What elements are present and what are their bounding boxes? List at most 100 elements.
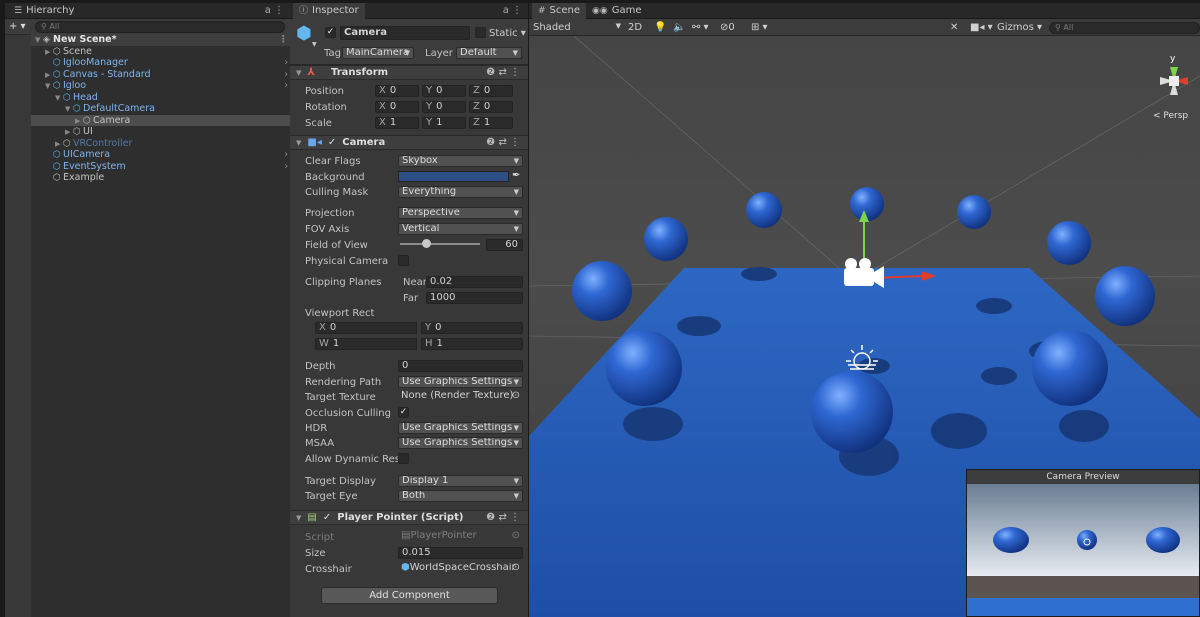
physical-camera-checkbox[interactable] — [398, 255, 409, 266]
sphere-object[interactable] — [1032, 330, 1108, 406]
near-clip-field[interactable]: 0.02 — [426, 276, 523, 288]
sphere-object[interactable] — [1095, 266, 1155, 326]
msaa-dropdown[interactable]: Use Graphics Settings ▼ — [398, 437, 523, 449]
inspector-menu-icon[interactable]: a ⋮ — [503, 3, 522, 19]
panel-menu-icon[interactable]: a ⋮ — [265, 3, 284, 19]
fov-value-field[interactable]: 60 — [486, 239, 523, 251]
lighting-toggle-icon[interactable]: 💡 — [654, 22, 666, 33]
hierarchy-item[interactable]: ▶ ⬡ VRController — [31, 138, 290, 150]
tab-scene[interactable]: # Scene — [532, 3, 587, 19]
hierarchy-item[interactable]: ▼ ⬡ DefaultCamera — [31, 103, 290, 115]
grid-toggle-icon[interactable]: ⊞ ▾ — [751, 22, 768, 33]
transform-header[interactable]: ▼ ⅄ Transform ❷ ⇄ ⋮ — [290, 65, 528, 80]
hierarchy-item[interactable]: ▼ ◈ New Scene* ⋮ — [31, 34, 290, 46]
sphere-object[interactable] — [572, 261, 632, 321]
open-prefab-chevron-icon[interactable]: › — [284, 69, 288, 81]
scene-viewport[interactable]: y < Persp Camera Preview — [529, 35, 1200, 617]
toggle-2d-button[interactable]: 2D — [628, 22, 642, 33]
viewport-w-field[interactable]: W1 — [315, 338, 417, 350]
player-pointer-header[interactable]: ▼ ▤ ✓ Player Pointer (Script) ❷ ⇄ ⋮ — [290, 510, 528, 525]
hdr-dropdown[interactable]: Use Graphics Settings ▼ — [398, 422, 523, 434]
add-object-button[interactable]: + ▾ — [9, 21, 29, 32]
projection-dropdown[interactable]: Perspective ▼ — [398, 207, 523, 219]
hierarchy-item[interactable]: ▼ ⬡ Igloo › — [31, 80, 290, 92]
size-field[interactable]: 0.015 — [398, 547, 523, 559]
open-prefab-chevron-icon[interactable]: › — [284, 57, 288, 69]
hierarchy-item[interactable]: ⬡ UICamera › — [31, 149, 290, 161]
sphere-object[interactable] — [644, 217, 688, 261]
orientation-gizmo[interactable]: y — [1160, 54, 1188, 95]
tag-dropdown[interactable]: MainCamera ▼ — [342, 47, 414, 59]
transform-position-z-field[interactable]: Z0 — [469, 85, 513, 97]
sphere-object[interactable] — [850, 187, 884, 221]
object-name-field[interactable]: Camera — [340, 26, 470, 40]
tab-inspector[interactable]: ⓘ Inspector — [293, 2, 365, 19]
sphere-object[interactable] — [746, 192, 782, 228]
scene-search-input[interactable]: ⚲ All — [1049, 22, 1200, 34]
hierarchy-item[interactable]: ⬡ EventSystem › — [31, 161, 290, 173]
static-checkbox[interactable] — [475, 27, 486, 38]
transform-rotation-z-field[interactable]: Z0 — [469, 101, 513, 113]
audio-toggle-icon[interactable]: 🔈 — [673, 22, 685, 33]
fov-slider-handle[interactable] — [422, 239, 432, 248]
tab-game[interactable]: ◉◉ Game — [586, 3, 648, 19]
sphere-object[interactable] — [957, 195, 991, 229]
transform-rotation-y-field[interactable]: Y0 — [422, 101, 466, 113]
transform-position-y-field[interactable]: Y0 — [422, 85, 466, 97]
add-component-button[interactable]: Add Component — [321, 587, 498, 604]
transform-scale-x-field[interactable]: X1 — [375, 117, 419, 129]
fov-axis-dropdown[interactable]: Vertical ▼ — [398, 223, 523, 235]
open-prefab-chevron-icon[interactable]: › — [284, 161, 288, 173]
sphere-object[interactable] — [606, 330, 682, 406]
hierarchy-search-input[interactable]: ⚲ All — [35, 20, 285, 33]
effects-toggle-icon[interactable]: ⚯ ▾ — [692, 22, 709, 33]
transform-position-x-field[interactable]: X0 — [375, 85, 419, 97]
tools-icon[interactable]: ✕ — [950, 22, 958, 33]
target-texture-field[interactable]: None (Render Texture) ⊙ — [398, 391, 523, 403]
hierarchy-item[interactable]: ▶ ⬡ UI — [31, 126, 290, 138]
hierarchy-item[interactable]: ⬡ Example — [31, 172, 290, 184]
hierarchy-item[interactable]: ▶ ⬡ Canvas - Standard › — [31, 69, 290, 81]
hierarchy-item[interactable]: ▶ ⬡ Camera — [31, 114, 290, 126]
object-picker-icon[interactable]: ⊙ — [512, 563, 520, 573]
component-tools-icon[interactable]: ❷ ⇄ ⋮ — [486, 512, 520, 523]
shading-mode-dropdown[interactable]: Shaded ▼ — [533, 22, 621, 33]
hierarchy-item[interactable]: ▶ ⬡ Scene — [31, 46, 290, 58]
scene-menu-icon[interactable]: ⋮ — [279, 34, 289, 46]
crosshair-field[interactable]: ⬢WorldSpaceCrosshair ⊙ — [398, 563, 523, 575]
viewport-y-field[interactable]: Y0 — [421, 322, 523, 334]
transform-scale-z-field[interactable]: Z1 — [469, 117, 513, 129]
dynamic-resolution-checkbox[interactable] — [398, 453, 409, 464]
sphere-object[interactable] — [811, 371, 893, 453]
background-color-swatch[interactable] — [398, 171, 509, 182]
camera-component-header[interactable]: ▼ ■◂ ✓ Camera ❷ ⇄ ⋮ — [290, 135, 528, 150]
far-clip-field[interactable]: 1000 — [426, 292, 523, 304]
hierarchy-item[interactable]: ▼ ⬡ Head — [31, 92, 290, 104]
culling-mask-dropdown[interactable]: Everything ▼ — [398, 186, 523, 198]
component-tools-icon[interactable]: ❷ ⇄ ⋮ — [486, 137, 520, 148]
occlusion-culling-checkbox[interactable]: ✓ — [398, 407, 409, 418]
open-prefab-chevron-icon[interactable]: › — [284, 149, 288, 161]
open-prefab-chevron-icon[interactable]: › — [284, 80, 288, 92]
transform-rotation-x-field[interactable]: X0 — [375, 101, 419, 113]
component-tools-icon[interactable]: ❷ ⇄ ⋮ — [486, 67, 520, 78]
depth-field[interactable]: 0 — [398, 360, 523, 372]
layer-dropdown[interactable]: Default ▼ — [456, 47, 522, 59]
hidden-objects-toggle[interactable]: ⊘0 — [720, 22, 735, 33]
static-label[interactable]: Static ▾ — [489, 28, 526, 39]
sphere-object[interactable] — [1047, 221, 1091, 265]
object-picker-icon[interactable]: ⊙ — [512, 391, 520, 401]
icon-dropdown-caret[interactable]: ▼ — [312, 41, 317, 48]
target-eye-dropdown[interactable]: Both ▼ — [398, 490, 523, 502]
target-display-dropdown[interactable]: Display 1 ▼ — [398, 475, 523, 487]
player-pointer-enabled-checkbox[interactable]: ✓ — [323, 512, 331, 523]
viewport-h-field[interactable]: H1 — [421, 338, 523, 350]
camera-enabled-checkbox[interactable]: ✓ — [328, 137, 336, 148]
hierarchy-item[interactable]: ⬡ IglooManager › — [31, 57, 290, 69]
persp-label[interactable]: < Persp — [1153, 111, 1188, 121]
gizmos-dropdown[interactable]: Gizmos ▾ — [997, 22, 1042, 33]
camera-settings-icon[interactable]: ■◂ ▾ — [970, 22, 993, 33]
object-active-checkbox[interactable]: ✓ — [325, 27, 336, 38]
transform-scale-y-field[interactable]: Y1 — [422, 117, 466, 129]
eyedropper-icon[interactable]: ✒ — [512, 170, 520, 181]
